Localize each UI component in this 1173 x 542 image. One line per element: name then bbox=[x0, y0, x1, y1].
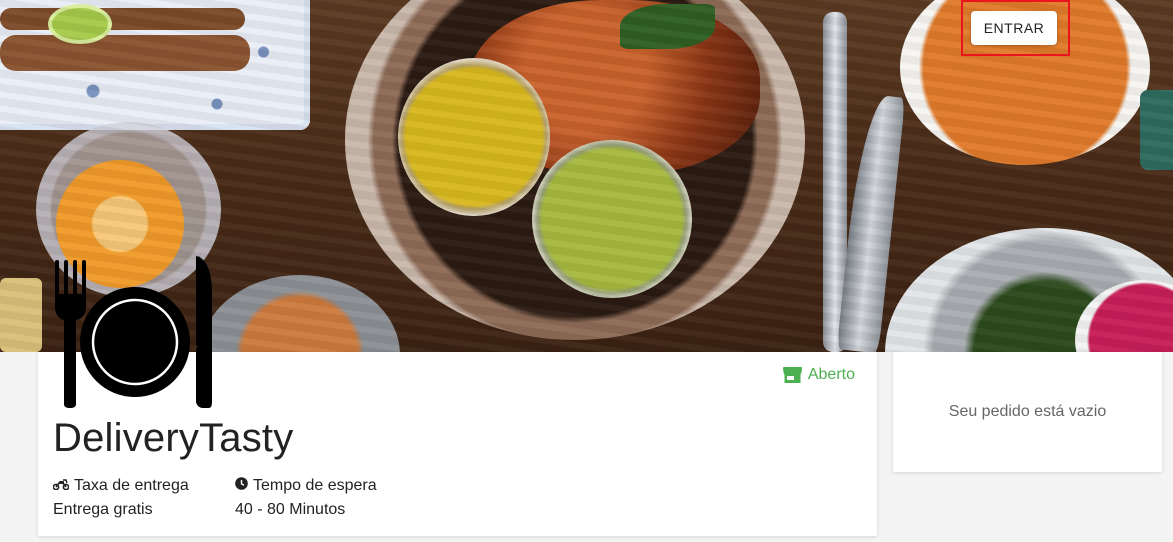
restaurant-name: DeliveryTasty bbox=[53, 416, 294, 460]
delivery-fee-value: Entrega gratis bbox=[53, 501, 153, 518]
cutlery-plate-icon bbox=[52, 254, 217, 410]
order-summary-card: Seu pedido está vazio bbox=[893, 352, 1162, 472]
wait-time-block: Tempo de espera 40 - 80 Minutos bbox=[235, 474, 377, 522]
delivery-fee-label: Taxa de entrega bbox=[74, 477, 189, 494]
clock-icon bbox=[235, 474, 248, 498]
store-icon bbox=[782, 367, 802, 383]
wait-time-label: Tempo de espera bbox=[253, 477, 377, 494]
wait-time-value: 40 - 80 Minutos bbox=[235, 501, 346, 518]
order-empty-message: Seu pedido está vazio bbox=[948, 403, 1107, 420]
login-button[interactable]: ENTRAR bbox=[971, 11, 1057, 45]
status-badge: Aberto bbox=[782, 366, 855, 384]
delivery-fee-block: Taxa de entrega Entrega gratis bbox=[52, 474, 189, 522]
motorcycle-icon bbox=[52, 474, 70, 498]
status-label: Aberto bbox=[807, 366, 855, 383]
